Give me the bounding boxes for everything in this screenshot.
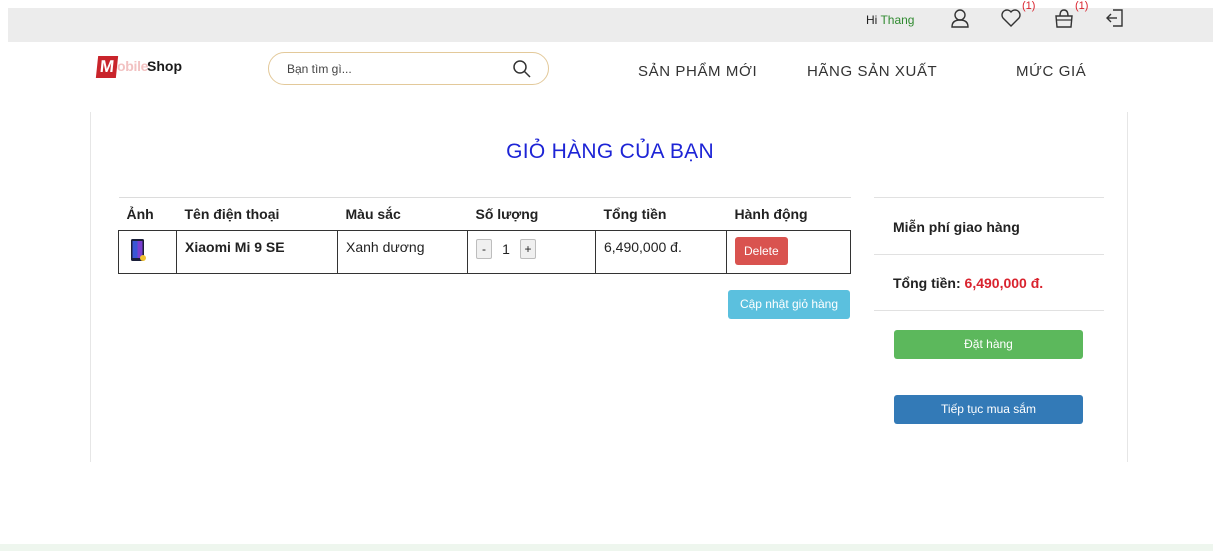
search-icon[interactable] <box>512 59 532 79</box>
heart-icon[interactable] <box>1000 7 1022 29</box>
logout-icon[interactable] <box>1104 7 1126 29</box>
product-image-cell <box>118 230 177 274</box>
total-amount: 6,490,000 đ. <box>964 275 1044 291</box>
total-label: Tổng tiền: <box>893 275 965 291</box>
place-order-button[interactable]: Đặt hàng <box>894 330 1083 359</box>
free-shipping-label: Miễn phí giao hàng <box>874 197 1104 254</box>
quantity-value[interactable]: 1 <box>500 241 512 257</box>
cart-icon[interactable] <box>1053 7 1075 29</box>
greeting-text: Hi <box>866 13 881 27</box>
col-total: Tổng tiền <box>595 197 727 231</box>
nav-new-products[interactable]: SẢN PHẨM MỚI <box>638 63 757 80</box>
cart-table: Ảnh Tên điện thoại Màu sắc Số lượng Tổng… <box>118 197 851 274</box>
order-summary: Miễn phí giao hàng Tổng tiền: 6,490,000 … <box>874 197 1104 424</box>
product-color: Xanh dương <box>337 230 468 274</box>
col-quantity: Số lượng <box>467 197 596 231</box>
phone-thumbnail[interactable] <box>129 238 147 262</box>
nav-price-range[interactable]: MỨC GIÁ <box>1016 63 1086 80</box>
col-action: Hành động <box>726 197 851 231</box>
footer-strip <box>0 544 1213 551</box>
search-input[interactable] <box>287 60 497 78</box>
greeting: Hi Thang <box>866 13 914 27</box>
update-cart-button[interactable]: Cập nhật giỏ hàng <box>728 290 850 319</box>
mobile-shop-logo[interactable]: M obile Shop <box>95 55 195 81</box>
user-icon[interactable] <box>949 7 971 29</box>
quantity-cell: - 1 + <box>467 230 596 274</box>
table-row: Xiaomi Mi 9 SE Xanh dương - 1 + 6,490,00… <box>118 230 851 274</box>
page-title: GIỎ HÀNG CỦA BẠN <box>506 140 714 163</box>
logo-m: M <box>95 56 119 78</box>
col-image: Ảnh <box>118 197 177 231</box>
username-link[interactable]: Thang <box>880 13 914 27</box>
nav-manufacturers[interactable]: HÃNG SẢN XUẤT <box>807 63 937 80</box>
cart-count-badge: (1) <box>1075 0 1089 12</box>
total-row: Tổng tiền: 6,490,000 đ. <box>874 254 1104 311</box>
search-box <box>268 52 549 85</box>
cart-content: GIỎ HÀNG CỦA BẠN Ảnh Tên điện thoại Màu … <box>90 112 1128 462</box>
continue-shopping-button[interactable]: Tiếp tục mua sắm <box>894 395 1083 424</box>
product-name: Xiaomi Mi 9 SE <box>176 230 338 274</box>
col-phone-name: Tên điện thoại <box>176 197 338 231</box>
top-bar <box>8 8 1213 42</box>
decrease-quantity-button[interactable]: - <box>476 239 492 259</box>
col-color: Màu sắc <box>337 197 468 231</box>
product-total: 6,490,000 đ. <box>595 230 727 274</box>
increase-quantity-button[interactable]: + <box>520 239 536 259</box>
delete-button[interactable]: Delete <box>735 237 788 265</box>
logo-shop: Shop <box>147 58 182 74</box>
action-cell: Delete <box>726 230 851 274</box>
logo-obile: obile <box>117 58 149 74</box>
wishlist-count-badge: (1) <box>1022 0 1036 12</box>
table-header-row: Ảnh Tên điện thoại Màu sắc Số lượng Tổng… <box>118 197 851 231</box>
